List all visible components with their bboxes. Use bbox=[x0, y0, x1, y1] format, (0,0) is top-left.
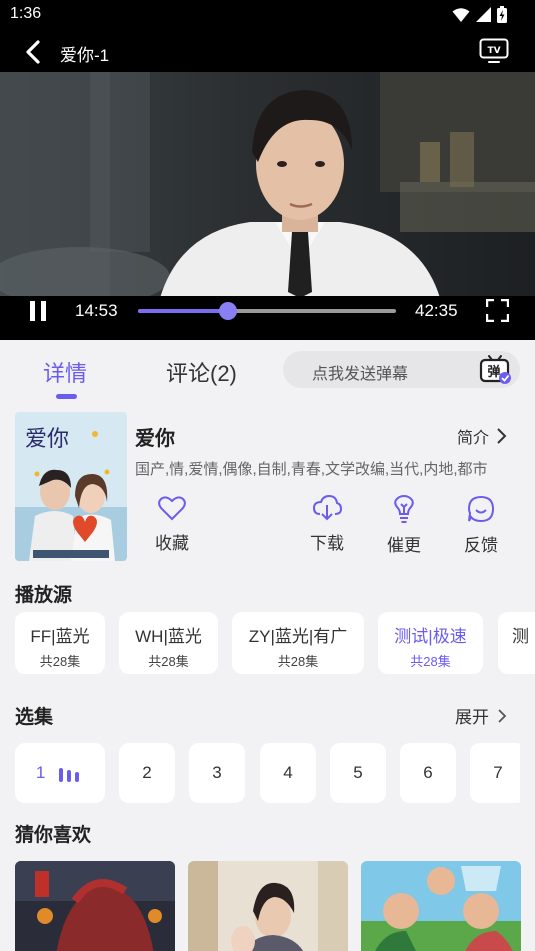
episode-number: 1 bbox=[35, 763, 46, 782]
show-tags: 国产,情,爱情,偶像,自制,青春,文学改编,当代,内地,都市 bbox=[135, 461, 488, 478]
recommend-card[interactable] bbox=[361, 861, 521, 951]
episode-button[interactable]: 2 bbox=[119, 743, 175, 803]
danmu-toggle-icon[interactable]: 弹 bbox=[478, 353, 512, 385]
source-name: FF|蓝光 bbox=[30, 627, 90, 646]
recommend-card[interactable] bbox=[188, 861, 348, 951]
wifi-icon bbox=[452, 7, 470, 22]
status-icons bbox=[452, 6, 507, 23]
battery-icon bbox=[497, 6, 507, 23]
source-name: 测 bbox=[512, 627, 529, 646]
poster-title: 爱你 bbox=[25, 427, 69, 452]
episode-button[interactable]: 6 bbox=[400, 743, 456, 803]
danmu-input[interactable]: 点我发送弹幕 弹 bbox=[283, 351, 520, 388]
source-name: 测试|极速 bbox=[394, 627, 467, 646]
source-name: WH|蓝光 bbox=[135, 627, 202, 646]
intro-link[interactable]: 简介 bbox=[457, 424, 507, 448]
active-tab-indicator bbox=[56, 394, 77, 399]
source-card[interactable]: FF|蓝光 共28集 bbox=[15, 612, 105, 674]
player-area: 1:36 爱你-1 TV 14:53 42:35 bbox=[0, 0, 535, 340]
pause-icon[interactable] bbox=[27, 300, 49, 322]
chevron-right-icon bbox=[497, 428, 507, 444]
source-name: ZY|蓝光|有广 bbox=[248, 627, 348, 646]
feedback-label: 反馈 bbox=[464, 536, 498, 555]
feedback-button[interactable]: 反馈 bbox=[451, 495, 511, 556]
chevron-right-icon bbox=[498, 708, 507, 723]
fullscreen-icon[interactable] bbox=[486, 299, 509, 322]
recommend-poster-image bbox=[15, 861, 175, 951]
tab-comments[interactable]: 评论(2) bbox=[166, 356, 237, 388]
episode-button-active[interactable]: 1 bbox=[15, 743, 105, 803]
intro-label: 简介 bbox=[457, 430, 490, 447]
playing-equalizer-icon bbox=[59, 767, 80, 782]
heart-icon bbox=[158, 496, 186, 521]
danmu-icon-char: 弹 bbox=[487, 364, 500, 380]
source-card[interactable]: 测 bbox=[498, 612, 535, 674]
expand-episodes-link[interactable]: 展开 bbox=[455, 703, 507, 728]
urge-update-label: 催更 bbox=[387, 536, 421, 555]
player-titlebar: 爱你-1 TV bbox=[0, 32, 535, 72]
recommend-poster-image bbox=[188, 861, 348, 951]
tv-cast-icon[interactable]: TV bbox=[479, 38, 509, 64]
seek-thumb[interactable] bbox=[219, 302, 238, 320]
recommend-title: 猜你喜欢 bbox=[15, 825, 92, 846]
episode-button[interactable]: 4 bbox=[260, 743, 316, 803]
seek-progress bbox=[138, 309, 229, 313]
current-time: 14:53 bbox=[75, 301, 118, 320]
tab-bar: 详情 评论(2) 点我发送弹幕 弹 bbox=[0, 340, 535, 402]
show-poster[interactable]: 爱你 bbox=[15, 412, 127, 561]
recommend-poster-image bbox=[361, 861, 521, 951]
expand-label: 展开 bbox=[455, 708, 489, 727]
video-title: 爱你-1 bbox=[60, 46, 110, 65]
poster-image: 爱你 bbox=[15, 412, 127, 561]
episode-button[interactable]: 5 bbox=[330, 743, 386, 803]
source-card[interactable]: WH|蓝光 共28集 bbox=[119, 612, 218, 674]
source-card-active[interactable]: 测试|极速 共28集 bbox=[378, 612, 483, 674]
status-bar: 1:36 bbox=[0, 0, 535, 30]
video-still-image bbox=[0, 72, 535, 298]
recommend-list bbox=[15, 861, 535, 951]
source-episode-count: 共28集 bbox=[277, 654, 319, 669]
favorite-label: 收藏 bbox=[155, 534, 189, 553]
source-episode-count: 共28集 bbox=[39, 654, 81, 669]
favorite-button[interactable]: 收藏 bbox=[142, 495, 202, 554]
smile-icon bbox=[467, 495, 495, 523]
signal-icon bbox=[476, 7, 491, 22]
episodes-title: 选集 bbox=[15, 707, 54, 728]
duration-time: 42:35 bbox=[415, 301, 458, 320]
content-area: 详情 评论(2) 点我发送弹幕 弹 爱你 爱你 简介 国产,情,爱情,偶像,自制… bbox=[0, 340, 535, 951]
lightbulb-icon bbox=[394, 495, 414, 523]
svg-text:TV: TV bbox=[487, 46, 500, 56]
source-card[interactable]: ZY|蓝光|有广 共28集 bbox=[232, 612, 364, 674]
source-episode-count: 共28集 bbox=[148, 654, 189, 669]
episode-button[interactable]: 7 bbox=[470, 743, 520, 803]
show-title: 爱你 bbox=[135, 428, 175, 450]
episode-button[interactable]: 3 bbox=[189, 743, 245, 803]
app-screen: 1:36 爱你-1 TV 14:53 42:35 详情 评论(2) 点我发送弹幕… bbox=[0, 0, 535, 951]
back-arrow-icon[interactable] bbox=[22, 38, 46, 66]
episode-list: 1 2 3 4 5 6 7 bbox=[15, 743, 520, 805]
source-episode-count: 共28集 bbox=[410, 654, 451, 669]
sources-title: 播放源 bbox=[15, 585, 73, 606]
download-button[interactable]: 下载 bbox=[297, 495, 357, 554]
player-controls: 14:53 42:35 bbox=[0, 296, 535, 340]
status-time: 1:36 bbox=[10, 5, 42, 22]
seek-bar[interactable] bbox=[138, 302, 396, 320]
show-info: 爱你 爱你 简介 国产,情,爱情,偶像,自制,青春,文学改编,当代,内地,都市 … bbox=[0, 412, 535, 562]
urge-update-button[interactable]: 催更 bbox=[374, 495, 434, 556]
tab-details[interactable]: 详情 bbox=[43, 356, 87, 388]
video-frame[interactable] bbox=[0, 72, 535, 298]
danmu-placeholder: 点我发送弹幕 bbox=[312, 366, 409, 383]
download-label: 下载 bbox=[310, 534, 344, 553]
source-list: FF|蓝光 共28集 WH|蓝光 共28集 ZY|蓝光|有广 共28集 测试|极… bbox=[15, 612, 535, 676]
download-icon bbox=[312, 495, 342, 521]
recommend-card[interactable] bbox=[15, 861, 175, 951]
